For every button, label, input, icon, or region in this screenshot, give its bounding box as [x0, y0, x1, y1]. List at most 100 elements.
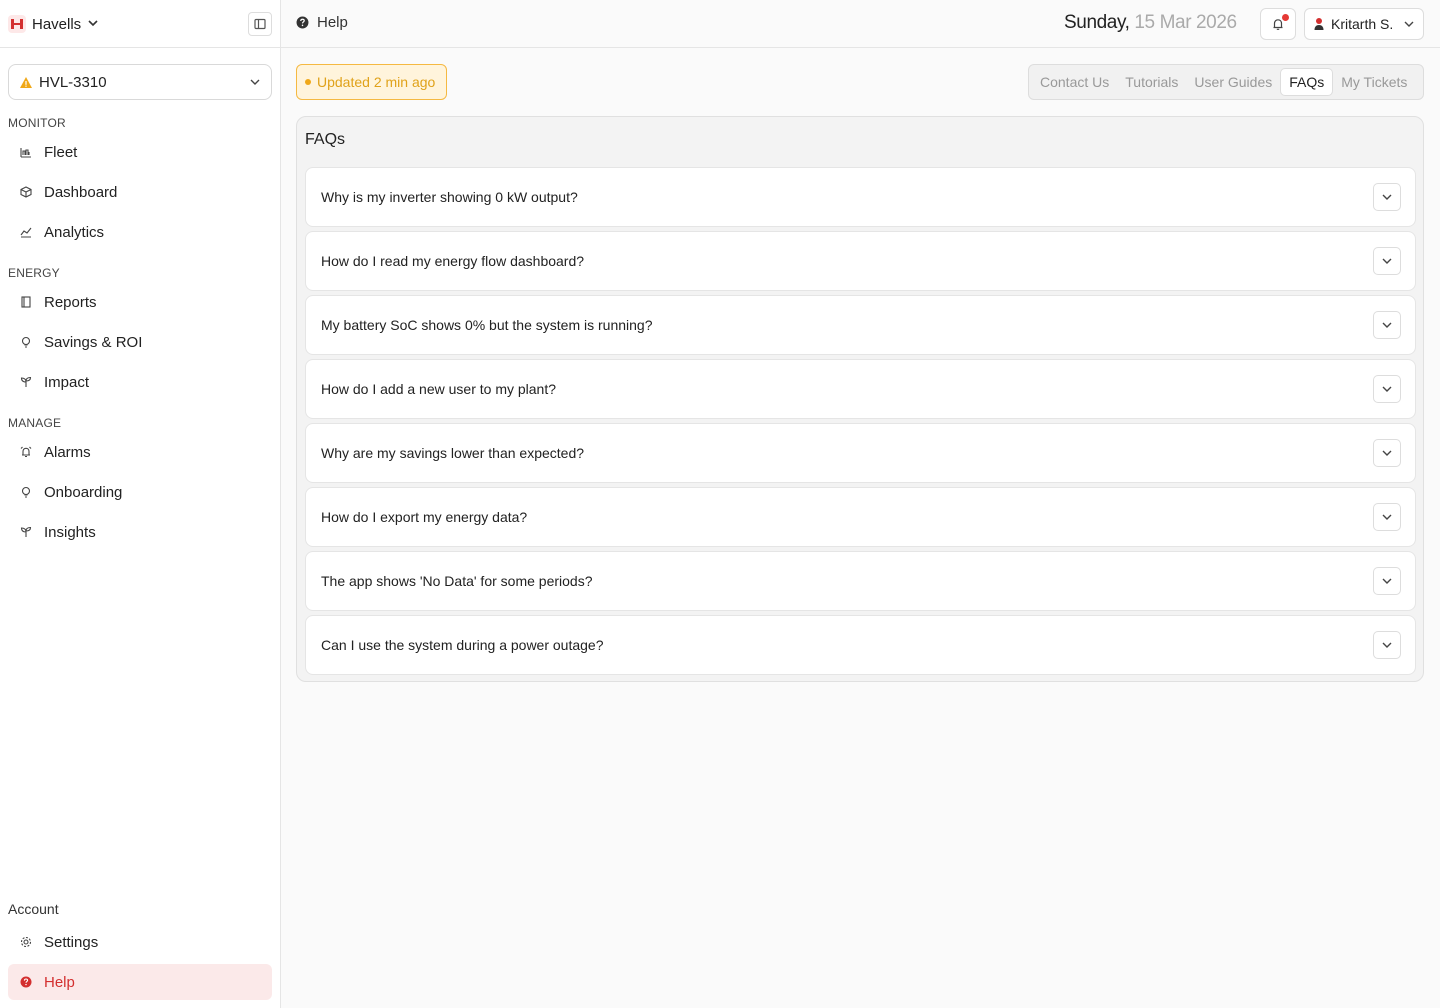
faq-question: Why is my inverter showing 0 kW output?: [321, 189, 578, 205]
chevron-down-icon: [1382, 386, 1392, 392]
top-bar: Help Sunday, 15 Mar 2026 Kritarth S.: [281, 0, 1440, 48]
faq-item[interactable]: Why are my savings lower than expected?: [305, 423, 1416, 483]
faq-item[interactable]: The app shows 'No Data' for some periods…: [305, 551, 1416, 611]
chevron-down-icon: [1382, 514, 1392, 520]
sidebar-item-label: Analytics: [44, 223, 105, 241]
user-menu[interactable]: Kritarth S.: [1304, 8, 1424, 40]
chevron-down-icon: [1382, 450, 1392, 456]
faq-question: Why are my savings lower than expected?: [321, 445, 585, 461]
status-text: Updated 2 min ago: [317, 74, 436, 90]
sidebar-item-label: Savings & ROI: [44, 333, 143, 351]
help-tabs: Contact Us Tutorials User Guides FAQs My…: [1028, 64, 1424, 100]
tab-tutorials[interactable]: Tutorials: [1117, 68, 1186, 96]
section-title-energy: ENERGY: [8, 266, 60, 280]
notifications-button[interactable]: [1260, 8, 1296, 40]
sidebar-item-alarms[interactable]: Alarms: [8, 434, 272, 470]
faq-question: How do I read my energy flow dashboard?: [321, 253, 585, 269]
faq-expand-button[interactable]: [1373, 375, 1401, 403]
date-full: 15 Mar 2026: [1129, 12, 1237, 33]
faq-item[interactable]: Why is my inverter showing 0 kW output?: [305, 167, 1416, 227]
page-title: Help: [317, 14, 348, 31]
sidebar-item-label: Dashboard: [44, 183, 118, 201]
sidebar-item-label: Alarms: [44, 443, 91, 461]
tab-faqs[interactable]: FAQs: [1280, 68, 1334, 96]
faq-question: The app shows 'No Data' for some periods…: [321, 573, 593, 589]
fleet-icon: [20, 148, 31, 158]
havells-logo-icon: [8, 15, 26, 33]
faq-item[interactable]: My battery SoC shows 0% but the system i…: [305, 295, 1416, 355]
faq-title: FAQs: [305, 131, 346, 148]
chevron-down-icon: [1382, 194, 1392, 200]
tab-contact-us[interactable]: Contact Us: [1032, 68, 1117, 96]
sidebar-item-reports[interactable]: Reports: [8, 284, 272, 320]
help-icon: [20, 976, 32, 988]
sprout-icon: [20, 376, 32, 387]
faq-item[interactable]: Can I use the system during a power outa…: [305, 615, 1416, 675]
bulb-icon: [21, 336, 31, 348]
faq-expand-button[interactable]: [1373, 567, 1401, 595]
faq-expand-button[interactable]: [1373, 311, 1401, 339]
sidebar-item-settings[interactable]: Settings: [8, 924, 272, 960]
faq-item[interactable]: How do I add a new user to my plant?: [305, 359, 1416, 419]
sidebar-item-analytics[interactable]: Analytics: [8, 214, 272, 250]
tab-my-tickets[interactable]: My Tickets: [1333, 68, 1415, 96]
sidebar-item-onboarding[interactable]: Onboarding: [8, 474, 272, 510]
alarm-icon: [20, 446, 32, 458]
user-name: Kritarth S.: [1331, 16, 1394, 32]
chevron-down-icon: [87, 16, 99, 33]
book-icon: [21, 296, 31, 308]
faq-expand-button[interactable]: [1373, 183, 1401, 211]
bulb-icon: [21, 486, 31, 498]
sprout-icon: [20, 526, 32, 537]
sidebar-item-label: Fleet: [44, 143, 78, 161]
sidebar-item-dashboard[interactable]: Dashboard: [8, 174, 272, 210]
faq-expand-button[interactable]: [1373, 247, 1401, 275]
brand-name: Havells: [32, 15, 82, 33]
faq-question: How do I export my energy data?: [321, 509, 528, 525]
notification-dot: [1282, 14, 1289, 21]
sidebar-item-insights[interactable]: Insights: [8, 514, 272, 550]
sidebar-item-label: Impact: [44, 373, 90, 391]
faq-item[interactable]: How do I export my energy data?: [305, 487, 1416, 547]
chevron-down-icon: [1382, 642, 1392, 648]
device-id: HVL-3310: [39, 73, 107, 91]
faq-item[interactable]: How do I read my energy flow dashboard?: [305, 231, 1416, 291]
brand-switcher[interactable]: Havells: [8, 12, 99, 36]
faq-expand-button[interactable]: [1373, 439, 1401, 467]
section-title-monitor: MONITOR: [8, 116, 66, 130]
divider: [0, 47, 281, 48]
faq-expand-button[interactable]: [1373, 503, 1401, 531]
chart-icon: [20, 227, 32, 238]
cube-icon: [20, 186, 32, 198]
tab-user-guides[interactable]: User Guides: [1186, 68, 1280, 96]
chevron-down-icon: [1382, 258, 1392, 264]
faq-question: Can I use the system during a power outa…: [321, 637, 604, 653]
status-badge: Updated 2 min ago: [296, 64, 447, 100]
device-select[interactable]: HVL-3310: [8, 64, 272, 100]
chevron-down-icon: [1382, 322, 1392, 328]
breadcrumb: Help: [296, 14, 348, 31]
warning-icon: [20, 76, 32, 88]
gear-icon: [20, 936, 32, 948]
current-date: Sunday, 15 Mar 2026: [1064, 12, 1237, 34]
chevron-down-icon: [250, 79, 260, 85]
sidebar-item-impact[interactable]: Impact: [8, 364, 272, 400]
date-day: Sunday,: [1064, 12, 1130, 33]
sidebar-item-label: Onboarding: [44, 483, 123, 501]
sidebar-item-savings-roi[interactable]: Savings & ROI: [8, 324, 272, 360]
sidebar-item-help[interactable]: Help: [8, 964, 272, 1000]
section-title-manage: MANAGE: [8, 416, 62, 430]
faq-question: How do I add a new user to my plant?: [321, 381, 557, 397]
chevron-down-icon: [1404, 21, 1414, 27]
sidebar: Havells HVL-3310 MONITOR Fleet Dashboard…: [0, 0, 281, 1008]
sidebar-item-label: Reports: [44, 293, 97, 311]
sidebar-panel-icon: [254, 18, 266, 30]
faq-expand-button[interactable]: [1373, 631, 1401, 659]
sidebar-item-label: Help: [44, 973, 75, 991]
sidebar-item-label: Settings: [44, 933, 99, 951]
avatar: [1314, 18, 1324, 30]
sidebar-toggle-button[interactable]: [248, 12, 272, 36]
help-icon: [296, 16, 309, 29]
sidebar-item-label: Insights: [44, 523, 96, 541]
sidebar-item-fleet[interactable]: Fleet: [8, 134, 272, 170]
